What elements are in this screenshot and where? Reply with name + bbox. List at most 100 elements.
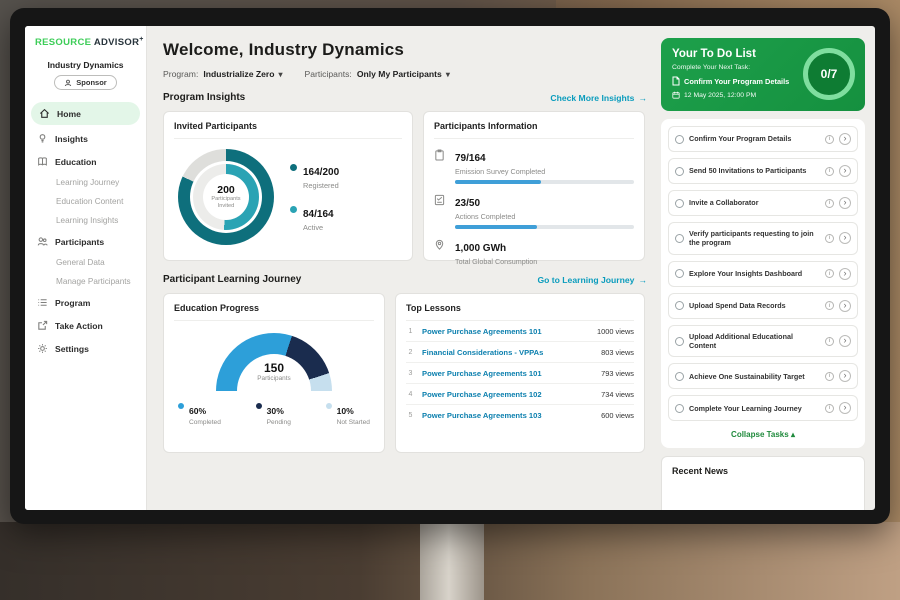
chevron-right-icon[interactable]: › bbox=[839, 370, 851, 382]
task-row-confirm-program[interactable]: Confirm Your Program Details i › bbox=[668, 126, 858, 152]
legend-pending: 30% Pending bbox=[256, 401, 291, 426]
check-more-insights-link[interactable]: Check More Insights → bbox=[550, 93, 647, 103]
monitor-stand bbox=[420, 522, 484, 600]
task-label: Confirm Your Program Details bbox=[689, 134, 820, 143]
chevron-right-icon[interactable]: › bbox=[839, 165, 851, 177]
legend-registered: 164/200 Registered bbox=[290, 162, 339, 190]
todo-next-task[interactable]: Confirm Your Program Details bbox=[672, 76, 789, 86]
task-row-achieve-sustainability-target[interactable]: Achieve One Sustainability Target i › bbox=[668, 363, 858, 389]
sidebar-item-program[interactable]: Program bbox=[25, 291, 146, 314]
chevron-right-icon[interactable]: › bbox=[839, 300, 851, 312]
invited-participants-donut-chart: 200 Participants Invited bbox=[178, 149, 274, 245]
task-row-invite-collaborator[interactable]: Invite a Collaborator i › bbox=[668, 190, 858, 216]
sidebar-item-general-data[interactable]: General Data bbox=[25, 253, 146, 272]
logo-advisor: ADVISOR bbox=[94, 37, 139, 48]
info-icon: i bbox=[825, 337, 834, 346]
sidebar-item-label: Education bbox=[55, 157, 97, 167]
lesson-link[interactable]: Power Purchase Agreements 101 bbox=[422, 369, 594, 378]
actions-progress-bar bbox=[455, 225, 634, 229]
learning-cards-row: Education Progress 150 Participants bbox=[163, 293, 647, 453]
lesson-link[interactable]: Financial Considerations - VPPAs bbox=[422, 348, 594, 357]
task-row-explore-insights[interactable]: Explore Your Insights Dashboard i › bbox=[668, 261, 858, 287]
app-logo: RESOURCE ADVISOR+ bbox=[25, 36, 146, 48]
task-row-upload-spend-data[interactable]: Upload Spend Data Records i › bbox=[668, 293, 858, 319]
task-checkbox[interactable] bbox=[675, 167, 684, 176]
sidebar-item-label: Home bbox=[57, 109, 81, 119]
task-checkbox[interactable] bbox=[675, 404, 684, 413]
lightbulb-icon bbox=[37, 133, 48, 144]
task-row-complete-learning-journey[interactable]: Complete Your Learning Journey i › bbox=[668, 395, 858, 421]
task-checkbox[interactable] bbox=[675, 135, 684, 144]
main-content: Welcome, Industry Dynamics Program: Indu… bbox=[147, 26, 659, 510]
task-checkbox[interactable] bbox=[675, 337, 684, 346]
active-label: Active bbox=[303, 223, 334, 232]
sidebar-item-learning-journey[interactable]: Learning Journey bbox=[25, 173, 146, 192]
chevron-right-icon[interactable]: › bbox=[839, 133, 851, 145]
chevron-right-icon[interactable]: › bbox=[839, 197, 851, 209]
not-started-label: Not Started bbox=[337, 419, 370, 426]
program-filter: Program: Industrialize Zero ▾ bbox=[163, 69, 283, 79]
sidebar-item-home[interactable]: Home bbox=[31, 102, 140, 125]
chevron-right-icon[interactable]: › bbox=[839, 402, 851, 414]
education-progress-card: Education Progress 150 Participants bbox=[163, 293, 385, 453]
participants-filter-select[interactable]: Only My Participants ▾ bbox=[357, 69, 450, 79]
collapse-tasks-button[interactable]: Collapse Tasks ▴ bbox=[668, 427, 858, 445]
sidebar-item-participants[interactable]: Participants bbox=[25, 230, 146, 253]
survey-progress-bar bbox=[455, 180, 634, 184]
go-to-learning-journey-link[interactable]: Go to Learning Journey → bbox=[537, 275, 647, 285]
actions-progress-fill bbox=[455, 225, 537, 229]
sponsor-badge[interactable]: Sponsor bbox=[54, 75, 116, 90]
lesson-views: 734 views bbox=[601, 390, 634, 399]
task-label: Explore Your Insights Dashboard bbox=[689, 269, 820, 278]
plug-icon bbox=[434, 238, 447, 266]
pending-value: 30% bbox=[267, 406, 284, 416]
book-icon bbox=[37, 156, 48, 167]
chevron-up-icon: ▴ bbox=[791, 430, 795, 439]
task-row-verify-participants[interactable]: Verify participants requesting to join t… bbox=[668, 222, 858, 255]
lesson-link[interactable]: Power Purchase Agreements 102 bbox=[422, 390, 594, 399]
recent-news-card: Recent News bbox=[661, 456, 865, 510]
sidebar-item-education[interactable]: Education bbox=[25, 150, 146, 173]
lesson-row: 5 Power Purchase Agreements 103 600 view… bbox=[406, 405, 634, 425]
card-title: Invited Participants bbox=[174, 121, 402, 139]
sidebar-item-settings[interactable]: Settings bbox=[25, 337, 146, 360]
sidebar-item-learning-insights[interactable]: Learning Insights bbox=[25, 211, 146, 230]
sidebar-item-manage-participants[interactable]: Manage Participants bbox=[25, 272, 146, 291]
sidebar-item-insights[interactable]: Insights bbox=[25, 127, 146, 150]
chevron-right-icon[interactable]: › bbox=[839, 335, 851, 347]
lesson-link[interactable]: Power Purchase Agreements 103 bbox=[422, 411, 594, 420]
chevron-right-icon[interactable]: › bbox=[839, 232, 851, 244]
task-checkbox[interactable] bbox=[675, 199, 684, 208]
donut-center-label: Participants Invited bbox=[206, 196, 246, 210]
task-row-send-invitations[interactable]: Send 50 Invitations to Participants i › bbox=[668, 158, 858, 184]
consumption-label: Total Global Consumption bbox=[455, 257, 634, 266]
task-label: Achieve One Sustainability Target bbox=[689, 372, 820, 381]
invited-card-body: 200 Participants Invited 164/200 Registe bbox=[174, 139, 402, 245]
consumption-row: 1,000 GWh Total Global Consumption bbox=[434, 238, 634, 266]
gauge-legend: 60% Completed 30% Pending bbox=[174, 399, 374, 426]
program-filter-select[interactable]: Industrialize Zero ▾ bbox=[203, 69, 282, 79]
task-checkbox[interactable] bbox=[675, 301, 684, 310]
task-checkbox[interactable] bbox=[675, 269, 684, 278]
completed-value: 60% bbox=[189, 406, 206, 416]
sidebar-item-take-action[interactable]: Take Action bbox=[25, 314, 146, 337]
lesson-views: 803 views bbox=[601, 348, 634, 357]
sidebar-subitem-label: Learning Journey bbox=[56, 178, 119, 187]
actions-completed-row: 23/50 Actions Completed bbox=[434, 193, 634, 229]
chevron-right-icon[interactable]: › bbox=[839, 268, 851, 280]
top-lessons-card: Top Lessons 1 Power Purchase Agreements … bbox=[395, 293, 645, 453]
lesson-rank: 2 bbox=[406, 349, 415, 356]
task-checkbox[interactable] bbox=[675, 372, 684, 381]
info-icon: i bbox=[825, 199, 834, 208]
lesson-link[interactable]: Power Purchase Agreements 101 bbox=[422, 327, 590, 336]
program-insights-header: Program Insights Check More Insights → bbox=[163, 92, 647, 103]
task-row-upload-educational-content[interactable]: Upload Additional Educational Content i … bbox=[668, 325, 858, 358]
lesson-rank: 1 bbox=[406, 328, 415, 335]
participants-filter-label: Participants: bbox=[305, 69, 352, 79]
task-checkbox[interactable] bbox=[675, 234, 684, 243]
gauge-center-value: 150 bbox=[264, 361, 284, 375]
sidebar-item-education-content[interactable]: Education Content bbox=[25, 192, 146, 211]
registered-label: Registered bbox=[303, 181, 339, 190]
legend-completed: 60% Completed bbox=[178, 401, 221, 426]
sidebar-item-label: Participants bbox=[55, 237, 104, 247]
